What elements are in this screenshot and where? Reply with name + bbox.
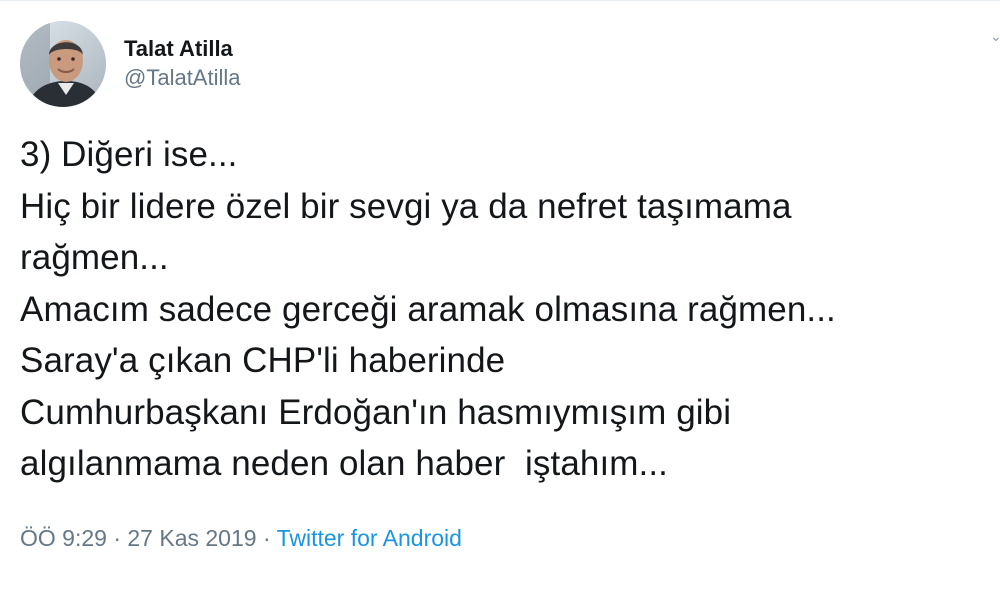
tweet-time[interactable]: ÖÖ 9:29 xyxy=(20,525,107,551)
author-names: Talat Atilla @TalatAtilla xyxy=(124,35,241,93)
avatar[interactable] xyxy=(20,21,106,107)
tweet-text-line: Cumhurbaşkanı Erdoğan'ın hasmıymışım gib… xyxy=(20,392,732,432)
chevron-down-icon[interactable]: ⌄ xyxy=(990,31,1000,41)
tweet-card: Talat Atilla @TalatAtilla ⌄ 3) Diğeri is… xyxy=(0,0,1000,600)
tweet-text-line: Saray'a çıkan CHP'li haberinde xyxy=(20,341,506,380)
tweet-header: Talat Atilla @TalatAtilla xyxy=(20,21,241,107)
tweet-source-link[interactable]: Twitter for Android xyxy=(277,525,462,551)
meta-separator: · xyxy=(106,525,128,551)
meta-separator: · xyxy=(256,525,277,551)
author-handle[interactable]: @TalatAtilla xyxy=(124,63,241,93)
author-display-name[interactable]: Talat Atilla xyxy=(124,35,241,63)
tweet-text-line: algılanmama neden olan haber iştahım... xyxy=(20,444,668,483)
profile-photo-icon xyxy=(20,21,106,107)
tweet-text-line: Hiç bir lidere özel bir sevgi ya da nefr… xyxy=(20,186,792,226)
tweet-text-line: rağmen... xyxy=(20,238,169,277)
tweet-date[interactable]: 27 Kas 2019 xyxy=(127,525,256,551)
tweet-text-line: 3) Diğeri ise... xyxy=(20,135,238,174)
tweet-meta: ÖÖ 9:29 · 27 Kas 2019 · Twitter for Andr… xyxy=(20,523,462,553)
tweet-text: 3) Diğeri ise... Hiç bir lidere özel bir… xyxy=(20,129,980,490)
tweet-text-line: Amacım sadece gerceği aramak olmasına ra… xyxy=(20,289,836,329)
